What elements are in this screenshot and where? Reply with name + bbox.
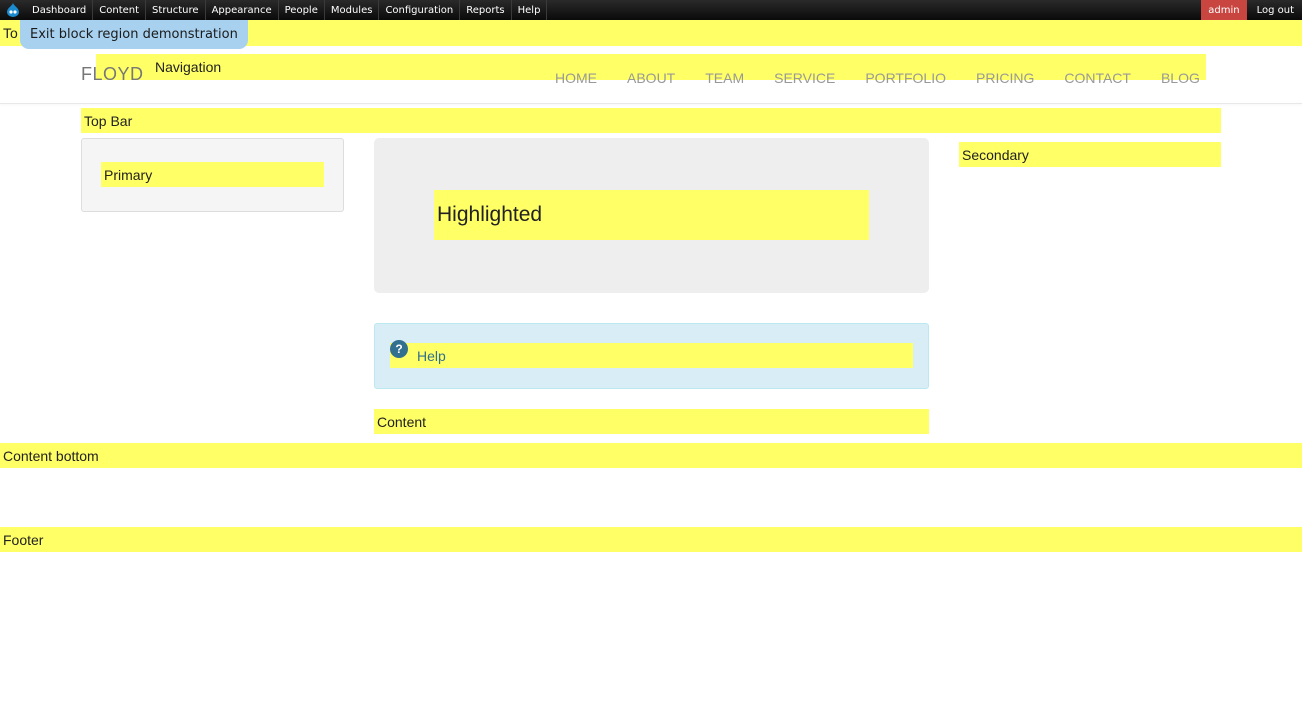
region-top-label: To	[3, 25, 18, 41]
toolbar-item-configuration[interactable]: Configuration	[379, 0, 461, 20]
main-nav: HOME ABOUT TEAM SERVICE PORTFOLIO PRICIN…	[555, 70, 1200, 86]
toolbar-item-structure[interactable]: Structure	[146, 0, 206, 20]
region-footer: Footer	[0, 527, 1302, 552]
region-highlighted: Highlighted	[434, 190, 869, 240]
toolbar-item-dashboard[interactable]: Dashboard	[26, 0, 94, 20]
nav-portfolio[interactable]: PORTFOLIO	[865, 70, 946, 86]
region-content-label: Content	[377, 413, 427, 430]
region-primary: Primary	[101, 162, 324, 187]
region-content: Content	[374, 409, 929, 434]
region-help: Help	[390, 343, 913, 368]
site-logo[interactable]: FLOYD	[81, 64, 144, 85]
nav-service[interactable]: SERVICE	[774, 70, 835, 86]
toolbar-item-people[interactable]: People	[279, 0, 325, 20]
toolbar-item-appearance[interactable]: Appearance	[206, 0, 279, 20]
drupal-home-icon[interactable]	[0, 0, 26, 20]
nav-home[interactable]: HOME	[555, 70, 597, 86]
nav-about[interactable]: ABOUT	[627, 70, 675, 86]
nav-contact[interactable]: CONTACT	[1064, 70, 1131, 86]
nav-blog[interactable]: BLOG	[1161, 70, 1200, 86]
toolbar-item-modules[interactable]: Modules	[325, 0, 380, 20]
toolbar-item-reports[interactable]: Reports	[460, 0, 512, 20]
region-top-bar-label: Top Bar	[84, 112, 133, 129]
toolbar-item-help[interactable]: Help	[512, 0, 548, 20]
region-top-bar: Top Bar	[81, 108, 1221, 133]
region-primary-label: Primary	[104, 166, 153, 183]
nav-team[interactable]: TEAM	[705, 70, 744, 86]
region-content-bottom: Content bottom	[0, 443, 1302, 468]
header-divider	[0, 103, 1302, 104]
toolbar-user-menu: admin Log out	[1201, 0, 1302, 20]
toolbar-item-content[interactable]: Content	[93, 0, 147, 20]
logout-link[interactable]: Log out	[1249, 0, 1302, 20]
region-secondary: Secondary	[959, 142, 1221, 167]
region-footer-label: Footer	[3, 531, 44, 548]
region-content-bottom-label: Content bottom	[3, 447, 99, 464]
region-secondary-label: Secondary	[962, 146, 1029, 163]
region-highlighted-label: Highlighted	[437, 203, 543, 226]
exit-block-demo-button[interactable]: Exit block region demonstration	[20, 20, 248, 49]
toolbar-menu: Dashboard Content Structure Appearance P…	[26, 0, 548, 20]
admin-toolbar: Dashboard Content Structure Appearance P…	[0, 0, 1302, 20]
user-account-link[interactable]: admin	[1201, 0, 1247, 20]
nav-pricing[interactable]: PRICING	[976, 70, 1034, 86]
question-mark-icon: ?	[390, 340, 408, 358]
region-help-label: Help	[417, 347, 446, 364]
region-navigation-label: Navigation	[155, 59, 222, 75]
